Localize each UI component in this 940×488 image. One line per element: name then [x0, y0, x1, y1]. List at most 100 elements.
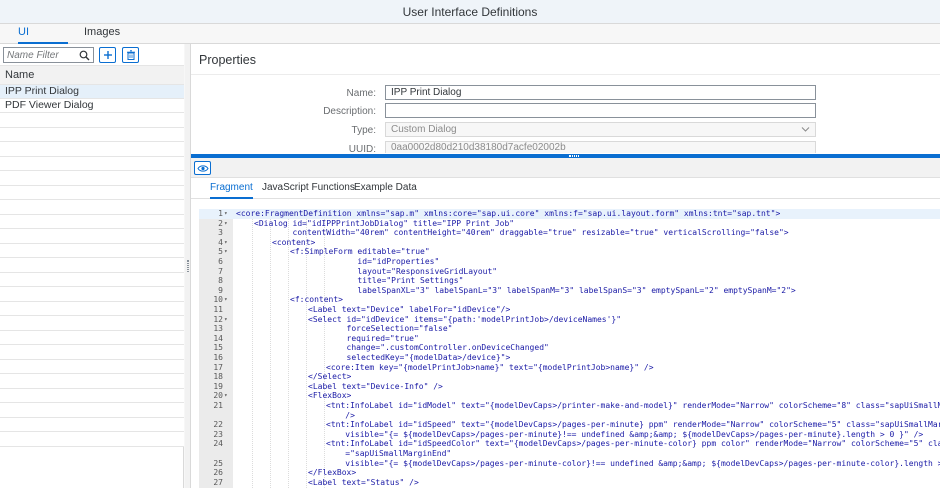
list-item-empty [0, 388, 184, 403]
list-item-empty [0, 403, 184, 418]
code-text: id="idProperties" [290, 257, 440, 266]
line-number: 22 [213, 420, 223, 430]
fold-toggle-icon[interactable]: ▾ [224, 219, 232, 229]
type-select[interactable]: Custom Dialog [385, 122, 816, 137]
description-field[interactable] [385, 103, 816, 118]
code-text: <Label text="Device" labelFor="idDevice"… [308, 305, 511, 314]
code-line: 14 required="true" [199, 334, 940, 344]
code-line: ="sapUiSmallMarginEnd" [199, 449, 940, 459]
list-item-empty [0, 374, 184, 389]
main-tab-bar: UI Container Images [0, 24, 940, 54]
editor-tab-bar: Fragment JavaScript Functions Example Da… [191, 178, 940, 199]
tab-example-data[interactable]: Example Data [354, 182, 417, 199]
code-line: 27 <Label text="Status" /> [199, 478, 940, 488]
trash-icon [127, 50, 135, 60]
chevron-down-icon[interactable] [801, 126, 810, 133]
list-item-empty [0, 142, 184, 157]
code-line: 11 <Label text="Device" labelFor="idDevic… [199, 305, 940, 315]
list-item-empty [0, 345, 184, 360]
code-line: 2 ▾ <Dialog id="idIPPPrintJobDialog" title… [199, 219, 940, 229]
code-line: 13 forceSelection="false" [199, 324, 940, 334]
tab-javascript-functions[interactable]: JavaScript Functions [262, 182, 355, 199]
code-line: 5 ▾ <f:SimpleForm editable="true" [199, 247, 940, 257]
code-text: required="true" [308, 333, 419, 343]
name-filter[interactable] [3, 47, 94, 63]
code-line: 22 <tnt:InfoLabel id="idSpeed" text="{mod… [199, 420, 940, 430]
type-select-value: Custom Dialog [391, 124, 457, 135]
container-list: IPP Print Dialog PDF Viewer Dialog [0, 85, 184, 447]
plus-icon [104, 51, 112, 59]
line-number: 10 [213, 295, 223, 305]
code-line: 17 <core:Item key="{modelPrintJob>name}" … [199, 363, 940, 373]
horizontal-splitter-grip[interactable] [569, 155, 579, 157]
editor-toolbar [191, 158, 940, 178]
tab-images[interactable]: Images [84, 24, 124, 44]
code-line: 26 </FlexBox> [199, 468, 940, 478]
code-text: <Label text="Device-Info" /> [308, 381, 443, 391]
list-item-empty [0, 301, 184, 316]
list-item-empty [0, 229, 184, 244]
line-number: 5 [218, 247, 223, 257]
description-label: Description: [323, 106, 376, 117]
list-item-pdf-viewer-dialog[interactable]: PDF Viewer Dialog [0, 99, 184, 113]
preview-button[interactable] [194, 161, 211, 175]
list-item-empty [0, 171, 184, 186]
code-text: <f:SimpleForm editable="true" [290, 247, 430, 257]
code-text: labelSpanXL="3" labelSpanL="3" labelSpan… [290, 285, 796, 295]
line-number: 4 [218, 237, 223, 247]
code-line: 19 <Label text="Device-Info" /> [199, 382, 940, 392]
code-line: 1 ▾ <core:FragmentDefinition xmlns="sap.m"… [199, 209, 940, 219]
name-field[interactable]: IPP Print Dialog [385, 85, 816, 100]
fold-toggle-icon[interactable]: ▾ [224, 209, 232, 219]
search-icon[interactable] [79, 50, 90, 61]
fold-toggle-icon[interactable]: ▾ [224, 238, 232, 248]
code-text: change=".customController.onDeviceChange… [308, 343, 549, 353]
properties-form: Name: IPP Print Dialog Description: Type… [191, 74, 940, 155]
code-line: 9 labelSpanXL="3" labelSpanL="3" labelSp… [199, 286, 940, 296]
code-text: selectedKey="{modelData>/device}"> [308, 353, 511, 362]
code-text: <tnt:InfoLabel id="idSpeedColor" text="{… [326, 439, 940, 449]
code-line: 12 ▾ <Select id="idDevice" items="{path:'m… [199, 315, 940, 325]
splitter-grip[interactable] [187, 260, 189, 272]
code-line: 20 ▾ <FlexBox> [199, 391, 940, 401]
code-line: 24 <tnt:InfoLabel id="idSpeedColor" text=… [199, 439, 940, 449]
code-text: visible="{= ${modelDevCaps>/pages-per-mi… [326, 458, 940, 468]
code-editor[interactable]: 1 ▾ <core:FragmentDefinition xmlns="sap.m"… [199, 209, 940, 488]
code-text: <core:Item key="{modelPrintJob>name}" te… [326, 362, 654, 372]
uuid-field: 0aa0002d80d210d38180d7acfe02002b [385, 141, 816, 153]
delete-button[interactable] [122, 47, 139, 63]
fold-toggle-icon[interactable]: ▾ [224, 247, 232, 257]
list-item-empty [0, 359, 184, 374]
tab-ui-container[interactable]: UI Container [18, 24, 68, 54]
name-label: Name: [346, 88, 376, 99]
add-button[interactable] [99, 47, 116, 63]
code-line: 16 selectedKey="{modelData>/device}"> [199, 353, 940, 363]
list-item-empty [0, 417, 184, 432]
fold-toggle-icon[interactable]: ▾ [224, 295, 232, 305]
line-number: 14 [213, 333, 223, 343]
line-number: 17 [213, 362, 223, 372]
list-item-empty [0, 127, 184, 142]
line-number: 11 [213, 305, 223, 314]
name-filter-input[interactable] [7, 49, 77, 61]
window-title: User Interface Definitions [0, 0, 940, 24]
line-number: 25 [213, 458, 223, 468]
list-item-empty [0, 316, 184, 331]
code-line: 8 title="Print Settings" [199, 276, 940, 286]
code-line: 25 visible="{= ${modelDevCaps>/pages-per… [199, 459, 940, 469]
code-text: <tnt:InfoLabel id="idSpeed" text="{model… [326, 420, 940, 430]
line-number: 2 [218, 218, 223, 228]
code-text: /> [326, 410, 355, 420]
tab-fragment[interactable]: Fragment [210, 182, 253, 199]
line-number: 19 [213, 381, 223, 391]
list-item-ipp-print-dialog[interactable]: IPP Print Dialog [0, 85, 184, 99]
type-label: Type: [351, 125, 376, 136]
code-line: 6 id="idProperties" [199, 257, 940, 267]
fold-toggle-icon[interactable]: ▾ [224, 315, 232, 325]
code-text: ="sapUiSmallMarginEnd" [326, 449, 452, 458]
list-item-empty [0, 272, 184, 287]
line-number: 23 [213, 429, 223, 439]
fold-toggle-icon[interactable]: ▾ [224, 391, 232, 401]
properties-panel: Properties Name: IPP Print Dialog Descri… [191, 44, 940, 155]
list-item-empty [0, 214, 184, 229]
